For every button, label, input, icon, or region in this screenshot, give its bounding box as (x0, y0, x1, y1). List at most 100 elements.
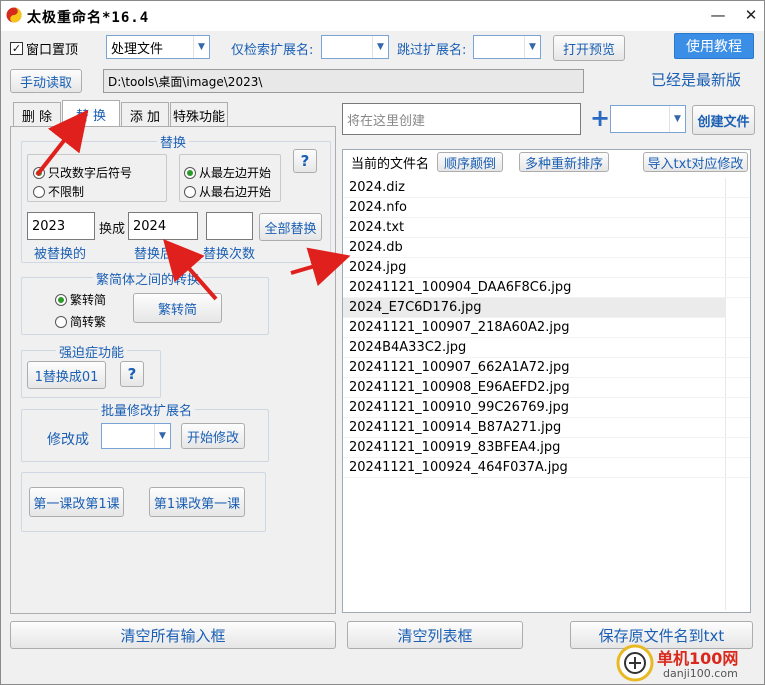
list-item[interactable]: 2024.diz (343, 178, 750, 198)
radio-from-right[interactable]: 从最右边开始 (184, 183, 271, 200)
radio-unlimited[interactable]: 不限制 (33, 183, 84, 200)
watermark-logo-icon (616, 644, 654, 682)
resort-button[interactable]: 多种重新排序 (519, 152, 609, 172)
file-rows: 2024.diz 2024.nfo 2024.txt 2024.db 2024.jpg 2… (343, 178, 750, 478)
radio-unlimited-label: 不限制 (48, 185, 85, 199)
radio-from-left[interactable]: 从最左边开始 (184, 164, 271, 181)
tab-delete[interactable]: 删 除 (13, 102, 61, 127)
count-input[interactable] (206, 212, 253, 240)
modify-to-label: 修改成 (47, 432, 89, 448)
radio-digits-only[interactable]: 只改数字后符号 (33, 164, 132, 181)
reverse-order-button[interactable]: 顺序颠倒 (437, 152, 503, 172)
convert-group-title: 繁简体之间的转换 (93, 269, 204, 288)
radio-selected-icon[interactable] (55, 293, 67, 306)
replace-input[interactable]: 2024 (128, 212, 198, 240)
replace-all-button[interactable]: 全部替换 (259, 213, 322, 241)
tutorial-button[interactable]: 使用教程 (674, 33, 754, 59)
tab-special[interactable]: 特殊功能 (170, 102, 228, 127)
lesson-a-button[interactable]: 第一课改第1课 (29, 487, 124, 517)
update-status: 已经是最新版 (651, 71, 742, 89)
radio-empty-icon[interactable] (184, 185, 196, 198)
list-item[interactable]: 2024.db (343, 238, 750, 258)
chevron-down-icon[interactable]: ▼ (524, 36, 540, 58)
radio-simp-to-trad-label: 简转繁 (70, 315, 107, 329)
minimize-icon[interactable]: — (706, 5, 730, 25)
radio-selected-icon[interactable] (184, 166, 196, 179)
taiji-icon (6, 7, 22, 23)
watermark: 单机100网 danji100.com (613, 643, 763, 685)
watermark-text: 单机100网 (657, 649, 739, 668)
list-item[interactable]: 20241121_100914_B87A271.jpg (343, 418, 750, 438)
skip-ext-select[interactable]: ▼ (473, 35, 541, 59)
plus-icon[interactable]: + (590, 104, 610, 132)
list-item[interactable]: 20241121_100919_83BFEA4.jpg (343, 438, 750, 458)
clear-inputs-button[interactable]: 清空所有输入框 (10, 621, 336, 649)
radio-digits-only-label: 只改数字后符号 (48, 166, 133, 180)
window-top-checkbox[interactable]: ✓ 窗口置顶 (10, 39, 78, 58)
watermark-url: danji100.com (663, 667, 738, 680)
tab-add[interactable]: 添 加 (121, 102, 169, 127)
list-item[interactable]: 2024.jpg (343, 258, 750, 278)
list-item[interactable]: 2024_E7C6D176.jpg (343, 298, 726, 318)
ocd-help-button[interactable]: ? (120, 361, 144, 387)
manual-read-button[interactable]: 手动读取 (10, 69, 82, 93)
replace-caption: 替换后的 (134, 247, 187, 262)
create-ext-select[interactable]: ▼ (610, 105, 686, 133)
import-txt-button[interactable]: 导入txt对应修改 (643, 152, 748, 172)
close-icon[interactable]: ✕ (739, 5, 763, 25)
chevron-down-icon[interactable]: ▼ (669, 106, 685, 132)
list-item[interactable]: 2024.txt (343, 218, 750, 238)
find-caption: 被替换的 (34, 247, 87, 262)
chevron-down-icon[interactable]: ▼ (372, 36, 388, 58)
list-item[interactable]: 20241121_100907_218A60A2.jpg (343, 318, 750, 338)
radio-from-left-label: 从最左边开始 (199, 166, 272, 180)
convert-button[interactable]: 繁转简 (133, 293, 222, 323)
radio-simp-to-trad[interactable]: 简转繁 (55, 313, 106, 330)
list-item[interactable]: 20241121_100907_662A1A72.jpg (343, 358, 750, 378)
chevron-down-icon[interactable]: ▼ (193, 36, 209, 58)
radio-from-right-label: 从最右边开始 (199, 185, 272, 199)
radio-trad-to-simp[interactable]: 繁转简 (55, 291, 106, 308)
create-input[interactable]: 将在这里创建 (342, 103, 581, 135)
skip-ext-label: 跳过扩展名: (397, 43, 467, 58)
header-current-name[interactable]: 当前的文件名 (345, 152, 435, 172)
radio-selected-icon[interactable] (33, 166, 45, 179)
replace-group-title: 替换 (157, 132, 190, 151)
find-input[interactable]: 2023 (27, 212, 95, 240)
window-top-label: 窗口置顶 (26, 43, 79, 58)
radio-empty-icon[interactable] (33, 185, 45, 198)
process-files-value: 处理文件 (111, 41, 164, 57)
tab-replace[interactable]: 替 换 (62, 100, 120, 127)
list-item[interactable]: 20241121_100910_99C26769.jpg (343, 398, 750, 418)
replace-help-button[interactable]: ? (293, 149, 317, 173)
chevron-down-icon[interactable]: ▼ (154, 424, 170, 448)
replace-with-label: 换成 (99, 222, 126, 237)
only-search-ext-label: 仅检索扩展名: (231, 43, 314, 58)
app-window: 太极重命名*16.4 — ✕ ✓ 窗口置顶 处理文件 ▼ 仅检索扩展名: ▼ 跳… (0, 0, 765, 685)
list-item[interactable]: 20241121_100924_464F037A.jpg (343, 458, 750, 478)
clear-list-button[interactable]: 清空列表框 (347, 621, 523, 649)
create-file-button[interactable]: 创建文件 (692, 105, 755, 135)
path-field[interactable]: D:\tools\桌面\image\2023\ (103, 69, 584, 93)
replace-1-01-button[interactable]: 1替换成01 (27, 361, 106, 389)
radio-empty-icon[interactable] (55, 315, 67, 328)
list-item[interactable]: 20241121_100904_DAA6F8C6.jpg (343, 278, 750, 298)
checkbox-checked-icon[interactable]: ✓ (10, 42, 23, 55)
list-item[interactable]: 20241121_100908_E96AEFD2.jpg (343, 378, 750, 398)
start-modify-button[interactable]: 开始修改 (181, 423, 245, 449)
count-caption: 替换次数 (203, 247, 256, 262)
ocd-group-title: 强迫症功能 (56, 342, 128, 361)
preview-button[interactable]: 打开预览 (553, 35, 625, 61)
process-files-select[interactable]: 处理文件 ▼ (106, 35, 210, 59)
window-title: 太极重命名*16.4 (27, 10, 150, 26)
file-list[interactable]: 当前的文件名 顺序颠倒 多种重新排序 导入txt对应修改 2024.diz 202… (342, 149, 751, 613)
lesson-b-button[interactable]: 第1课改第一课 (149, 487, 245, 517)
batch-ext-group-title: 批量修改扩展名 (98, 400, 196, 419)
list-item[interactable]: 2024.nfo (343, 198, 750, 218)
ext-select[interactable]: ▼ (101, 423, 171, 449)
list-header: 当前的文件名 顺序颠倒 多种重新排序 导入txt对应修改 (343, 150, 750, 174)
only-search-ext-select[interactable]: ▼ (321, 35, 389, 59)
list-item[interactable]: 2024B4A33C2.jpg (343, 338, 750, 358)
title-bar: 太极重命名*16.4 — ✕ (1, 1, 764, 31)
radio-trad-to-simp-label: 繁转简 (70, 293, 107, 307)
